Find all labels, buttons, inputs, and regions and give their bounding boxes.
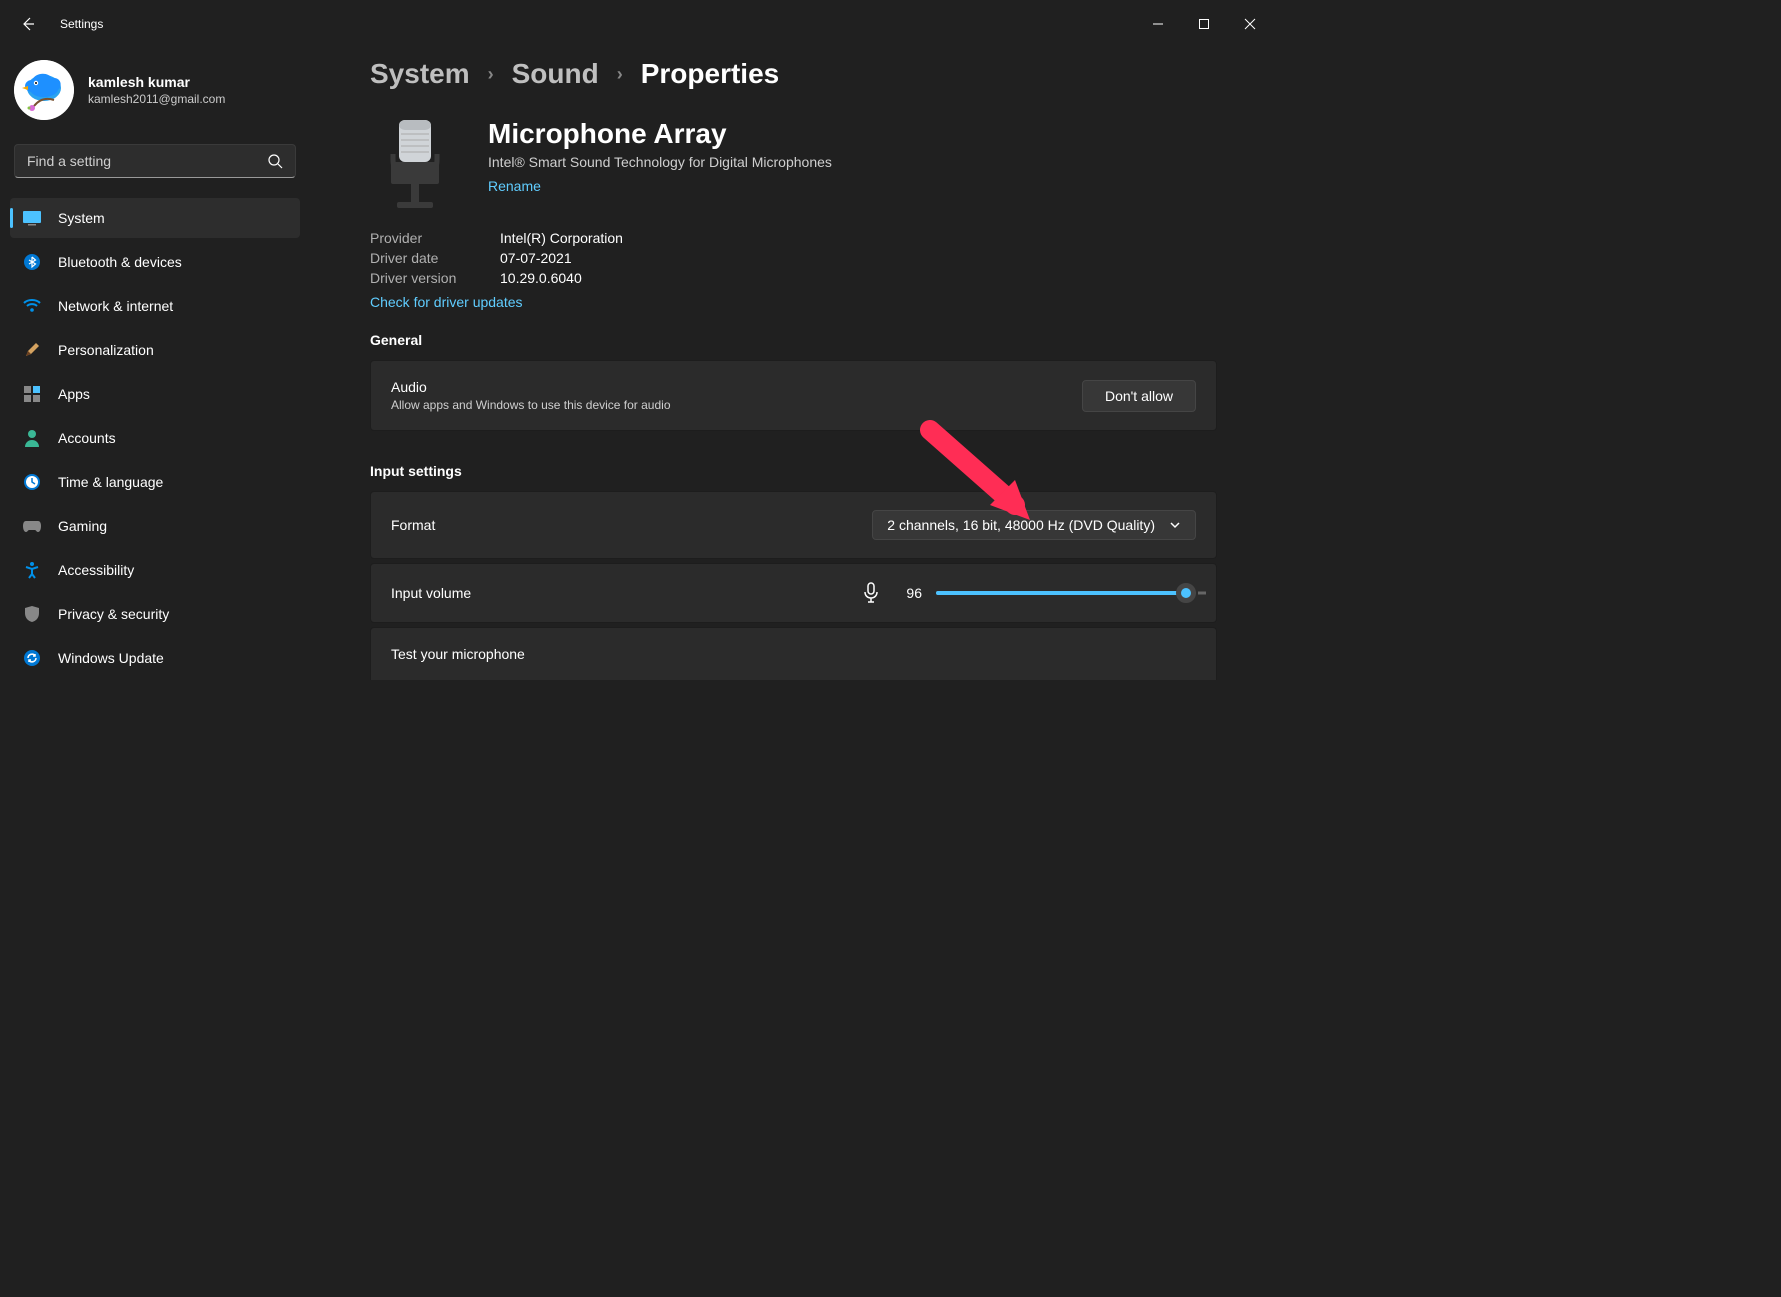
input-volume-label: Input volume [391, 585, 862, 601]
device-header: Microphone Array Intel® Smart Sound Tech… [370, 118, 1217, 214]
profile[interactable]: kamlesh kumar kamlesh2011@gmail.com [10, 56, 300, 140]
nav-label: Bluetooth & devices [58, 254, 182, 270]
accessibility-icon [22, 560, 42, 580]
microphone-small-icon [862, 582, 880, 604]
person-icon [22, 428, 42, 448]
format-value: 2 channels, 16 bit, 48000 Hz (DVD Qualit… [887, 517, 1155, 533]
nav-label: System [58, 210, 105, 226]
wifi-icon [22, 296, 42, 316]
nav-system[interactable]: System [10, 198, 300, 238]
nav-update[interactable]: Windows Update [10, 638, 300, 678]
nav-accessibility[interactable]: Accessibility [10, 550, 300, 590]
breadcrumb-sound[interactable]: Sound [512, 58, 599, 90]
driver-date-label: Driver date [370, 250, 490, 266]
dont-allow-button[interactable]: Don't allow [1082, 380, 1196, 412]
nav-bluetooth[interactable]: Bluetooth & devices [10, 242, 300, 282]
format-label: Format [391, 517, 872, 533]
update-icon [22, 648, 42, 668]
provider-value: Intel(R) Corporation [500, 230, 1217, 246]
format-dropdown[interactable]: 2 channels, 16 bit, 48000 Hz (DVD Qualit… [872, 510, 1196, 540]
close-button[interactable] [1227, 8, 1273, 40]
chevron-down-icon [1169, 519, 1181, 531]
nav-label: Personalization [58, 342, 154, 358]
test-mic-card: Test your microphone [370, 627, 1217, 680]
maximize-button[interactable] [1181, 8, 1227, 40]
main-content: System › Sound › Properties Microphone A… [310, 48, 1277, 933]
nav-label: Accessibility [58, 562, 134, 578]
nav-label: Accounts [58, 430, 116, 446]
provider-label: Provider [370, 230, 490, 246]
app-title: Settings [60, 17, 103, 31]
bluetooth-icon [22, 252, 42, 272]
titlebar: Settings [0, 0, 1281, 48]
chevron-right-icon: › [488, 64, 494, 85]
device-meta: Provider Intel(R) Corporation Driver dat… [370, 230, 1217, 286]
apps-icon [22, 384, 42, 404]
minimize-button[interactable] [1135, 8, 1181, 40]
clock-icon [22, 472, 42, 492]
input-settings-title: Input settings [370, 463, 1217, 479]
nav-time[interactable]: Time & language [10, 462, 300, 502]
general-section-title: General [370, 332, 1217, 348]
system-icon [22, 208, 42, 228]
nav-label: Privacy & security [58, 606, 169, 622]
driver-version-value: 10.29.0.6040 [500, 270, 1217, 286]
nav-network[interactable]: Network & internet [10, 286, 300, 326]
nav-gaming[interactable]: Gaming [10, 506, 300, 546]
driver-version-label: Driver version [370, 270, 490, 286]
breadcrumb-properties: Properties [641, 58, 780, 90]
volume-slider[interactable] [936, 591, 1196, 595]
device-subtitle: Intel® Smart Sound Technology for Digita… [488, 154, 832, 170]
rename-link[interactable]: Rename [488, 178, 541, 194]
minimize-icon [1152, 18, 1164, 30]
audio-permission-card: Audio Allow apps and Windows to use this… [370, 360, 1217, 431]
close-icon [1244, 18, 1256, 30]
nav-accounts[interactable]: Accounts [10, 418, 300, 458]
search-icon [267, 153, 283, 169]
microphone-icon [370, 118, 460, 214]
nav-privacy[interactable]: Privacy & security [10, 594, 300, 634]
shield-icon [22, 604, 42, 624]
nav-label: Network & internet [58, 298, 173, 314]
maximize-icon [1198, 18, 1210, 30]
search-input[interactable] [27, 153, 267, 169]
driver-date-value: 07-07-2021 [500, 250, 1217, 266]
arrow-left-icon [20, 16, 36, 32]
profile-email: kamlesh2011@gmail.com [88, 92, 225, 106]
slider-thumb[interactable] [1176, 583, 1196, 603]
breadcrumb: System › Sound › Properties [370, 58, 1217, 90]
nav-label: Gaming [58, 518, 107, 534]
gamepad-icon [22, 516, 42, 536]
format-card: Format 2 channels, 16 bit, 48000 Hz (DVD… [370, 491, 1217, 559]
audio-desc: Allow apps and Windows to use this devic… [391, 398, 1082, 412]
profile-name: kamlesh kumar [88, 74, 225, 90]
device-title: Microphone Array [488, 118, 832, 150]
breadcrumb-system[interactable]: System [370, 58, 470, 90]
sidebar: kamlesh kumar kamlesh2011@gmail.com Syst… [0, 48, 310, 933]
check-driver-link[interactable]: Check for driver updates [370, 294, 523, 310]
nav-apps[interactable]: Apps [10, 374, 300, 414]
volume-value: 96 [894, 585, 922, 601]
nav-label: Apps [58, 386, 90, 402]
nav: System Bluetooth & devices Network & int… [10, 198, 300, 678]
test-mic-label: Test your microphone [391, 646, 1196, 662]
avatar [14, 60, 74, 120]
nav-label: Time & language [58, 474, 163, 490]
paintbrush-icon [22, 340, 42, 360]
nav-personalization[interactable]: Personalization [10, 330, 300, 370]
nav-label: Windows Update [58, 650, 164, 666]
chevron-right-icon: › [617, 64, 623, 85]
audio-title: Audio [391, 379, 1082, 395]
back-button[interactable] [8, 4, 48, 44]
input-volume-card: Input volume 96 [370, 563, 1217, 623]
search-box[interactable] [14, 144, 296, 178]
